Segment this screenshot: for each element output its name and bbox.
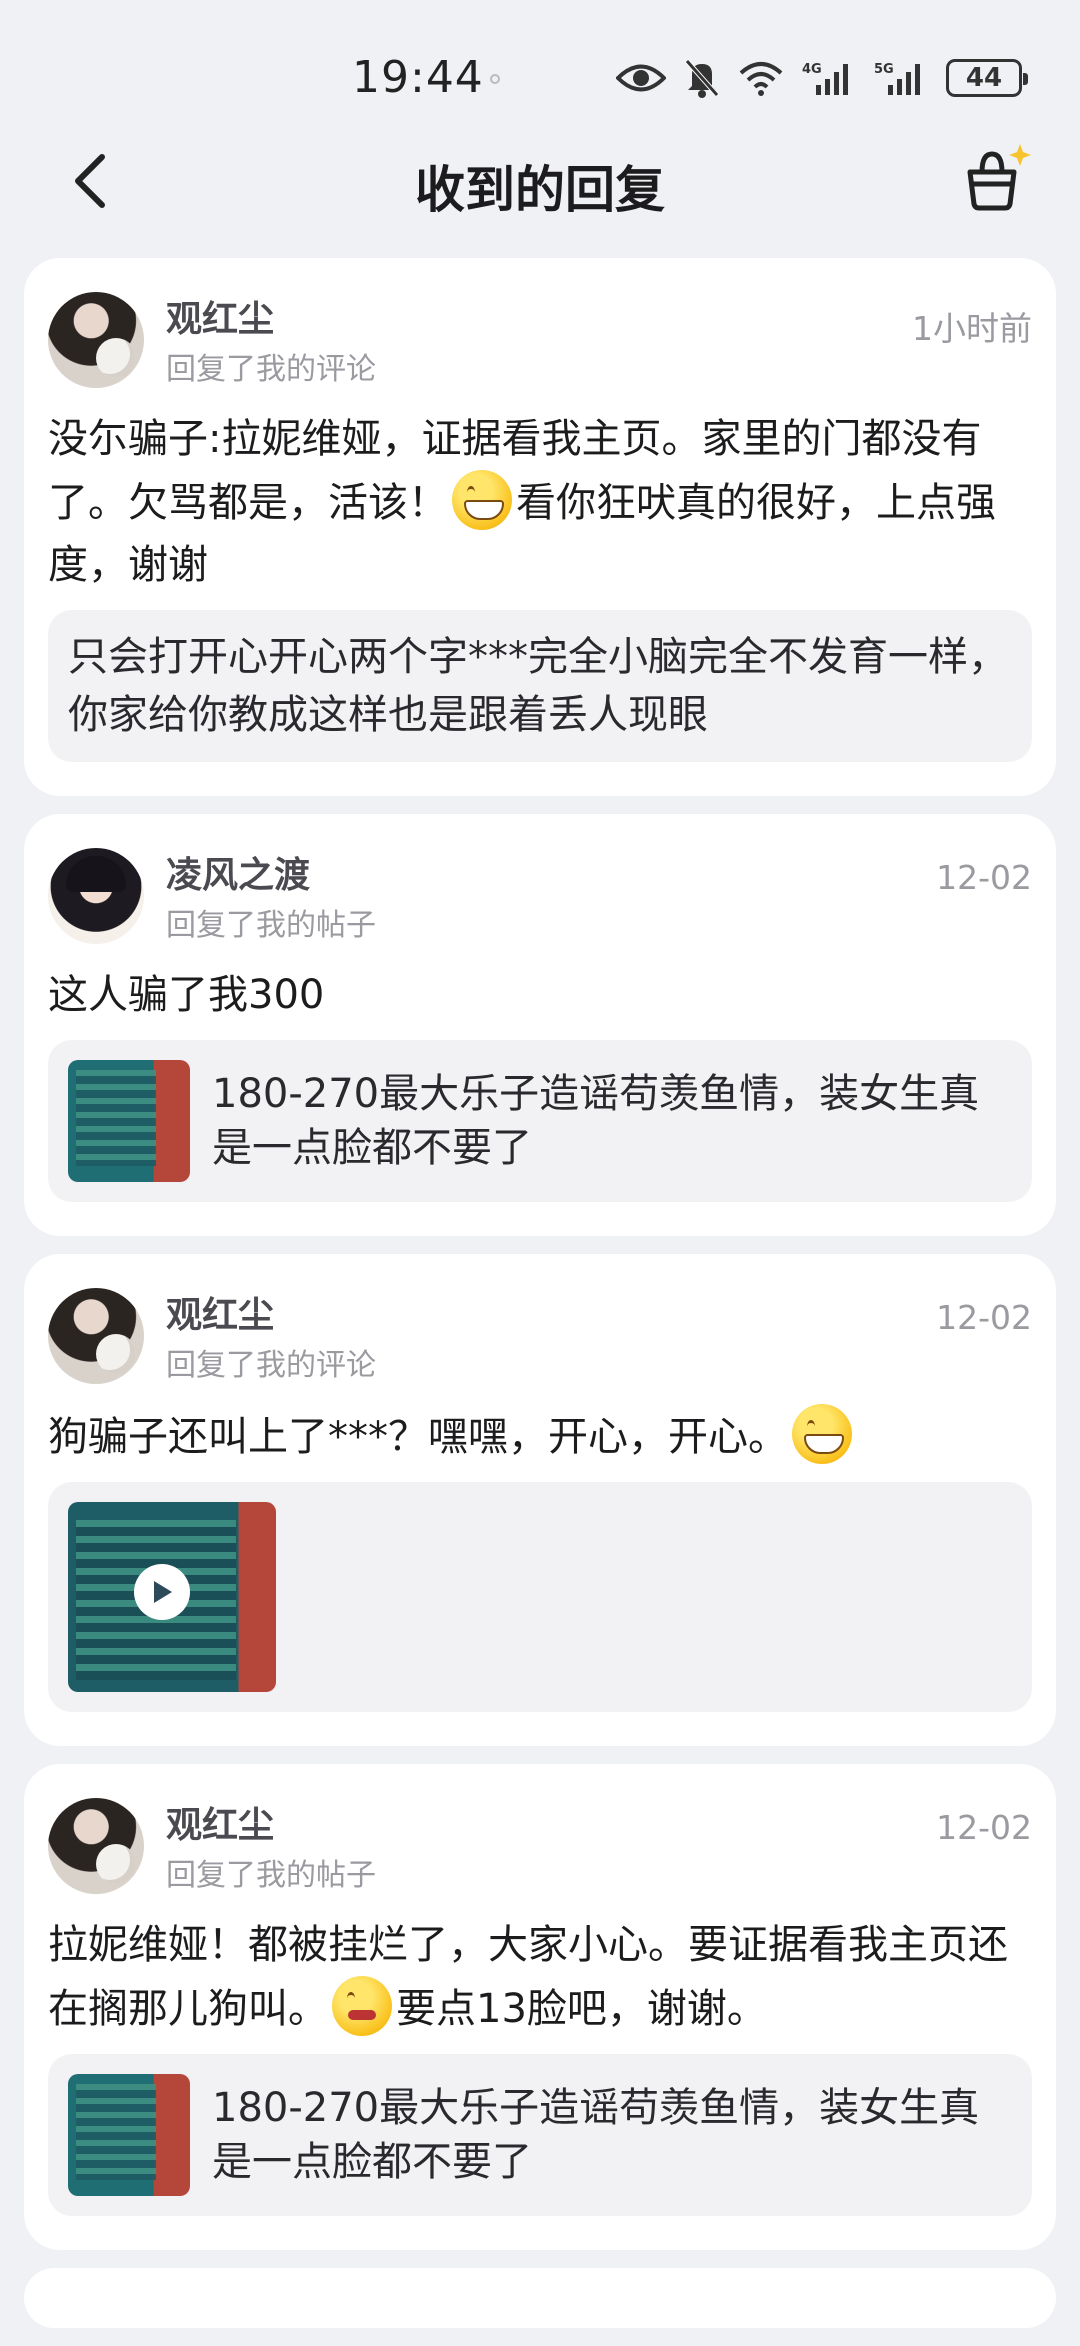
reply-text: 狗骗子还叫上了***？嘿嘿，开心，开心。 bbox=[48, 1414, 788, 1460]
reply-card[interactable]: 观红尘 回复了我的评论 1小时前 没尓骗子:拉妮维娅，证据看我主页。家里的门都没… bbox=[24, 258, 1056, 796]
reply-time: 12-02 bbox=[936, 1808, 1032, 1847]
reply-card[interactable]: 观红尘 回复了我的评论 12-02 狗骗子还叫上了***？嘿嘿，开心，开心。 bbox=[24, 1254, 1056, 1746]
svg-text:4G: 4G bbox=[802, 62, 822, 77]
user-name[interactable]: 凌风之渡 bbox=[166, 854, 376, 898]
battery-icon: 44 bbox=[946, 59, 1028, 97]
referenced-post[interactable]: 180-270最大乐子造谣苟羡鱼情，装女生真是一点脸都不要了 bbox=[48, 1040, 1032, 1202]
post-title: 180-270最大乐子造谣苟羡鱼情，装女生真是一点脸都不要了 bbox=[212, 1071, 980, 1171]
grin-emoji-icon bbox=[792, 1404, 852, 1464]
eye-icon bbox=[616, 64, 666, 92]
tired-emoji-icon bbox=[332, 1976, 392, 2036]
reply-card[interactable] bbox=[24, 2268, 1056, 2328]
reply-action-label: 回复了我的评论 bbox=[166, 352, 376, 387]
clear-basket-button[interactable] bbox=[956, 138, 1036, 218]
avatar[interactable] bbox=[48, 1798, 144, 1894]
status-bar: 19:44 4G 5G 44 bbox=[0, 0, 1080, 150]
avatar[interactable] bbox=[48, 292, 144, 388]
reply-action-label: 回复了我的帖子 bbox=[166, 908, 376, 943]
reply-action-label: 回复了我的帖子 bbox=[166, 1858, 376, 1893]
referenced-post[interactable]: 180-270最大乐子造谣苟羡鱼情，装女生真是一点脸都不要了 bbox=[48, 2054, 1032, 2216]
reply-time: 1小时前 bbox=[912, 309, 1032, 348]
avatar[interactable] bbox=[48, 848, 144, 944]
wifi-icon bbox=[739, 62, 783, 96]
play-icon[interactable] bbox=[134, 1564, 190, 1620]
mute-bell-icon bbox=[685, 59, 719, 98]
avatar[interactable] bbox=[48, 1288, 144, 1384]
user-name[interactable]: 观红尘 bbox=[166, 1804, 376, 1848]
header: 收到的回复 bbox=[0, 130, 1080, 230]
reply-list: 观红尘 回复了我的评论 1小时前 没尓骗子:拉妮维娅，证据看我主页。家里的门都没… bbox=[24, 258, 1056, 2346]
reply-card[interactable]: 观红尘 回复了我的帖子 12-02 拉妮维娅！都被挂烂了，大家小心。要证据看我主… bbox=[24, 1764, 1056, 2250]
reply-action-label: 回复了我的评论 bbox=[166, 1348, 376, 1383]
quoted-media[interactable] bbox=[48, 1482, 1032, 1712]
post-thumbnail bbox=[68, 2074, 190, 2196]
post-thumbnail bbox=[68, 1060, 190, 1182]
quoted-comment[interactable]: 只会打开心开心两个字***完全小脑完全不发育一样，你家给你教成这样也是跟着丢人现… bbox=[48, 610, 1032, 762]
user-name[interactable]: 观红尘 bbox=[166, 1294, 376, 1338]
basket-sparkle-icon bbox=[967, 144, 1031, 211]
reply-time: 12-02 bbox=[936, 858, 1032, 897]
signal-5g-icon: 5G bbox=[874, 62, 920, 95]
page-title: 收到的回复 bbox=[415, 161, 665, 219]
status-time: 19:44 bbox=[352, 52, 484, 103]
reply-content[interactable]: 这人骗了我300 bbox=[48, 964, 1032, 1026]
reply-content[interactable]: 狗骗子还叫上了***？嘿嘿，开心，开心。 bbox=[48, 1404, 1032, 1468]
post-title: 180-270最大乐子造谣苟羡鱼情，装女生真是一点脸都不要了 bbox=[212, 2085, 980, 2185]
reply-text: 要点13脸吧，谢谢。 bbox=[396, 1986, 767, 2032]
signal-4g-icon: 4G bbox=[802, 62, 848, 95]
user-name[interactable]: 观红尘 bbox=[166, 298, 376, 342]
reply-content[interactable]: 拉妮维娅！都被挂烂了，大家小心。要证据看我主页还在搁那儿狗叫。 要点13脸吧，谢谢… bbox=[48, 1914, 1032, 2040]
reply-content[interactable]: 没尓骗子:拉妮维娅，证据看我主页。家里的门都没有了。欠骂都是，活该！ 看你狂吠真的… bbox=[48, 408, 1032, 596]
notification-dot-icon bbox=[490, 74, 500, 84]
grin-emoji-icon bbox=[452, 470, 512, 530]
video-thumbnail[interactable] bbox=[68, 1502, 276, 1692]
reply-card[interactable]: 凌风之渡 回复了我的帖子 12-02 这人骗了我300 180-270最大乐子造… bbox=[24, 814, 1056, 1236]
reply-time: 12-02 bbox=[936, 1298, 1032, 1337]
status-icons: 4G 5G 44 bbox=[616, 56, 1028, 100]
svg-text:5G: 5G bbox=[874, 62, 894, 77]
